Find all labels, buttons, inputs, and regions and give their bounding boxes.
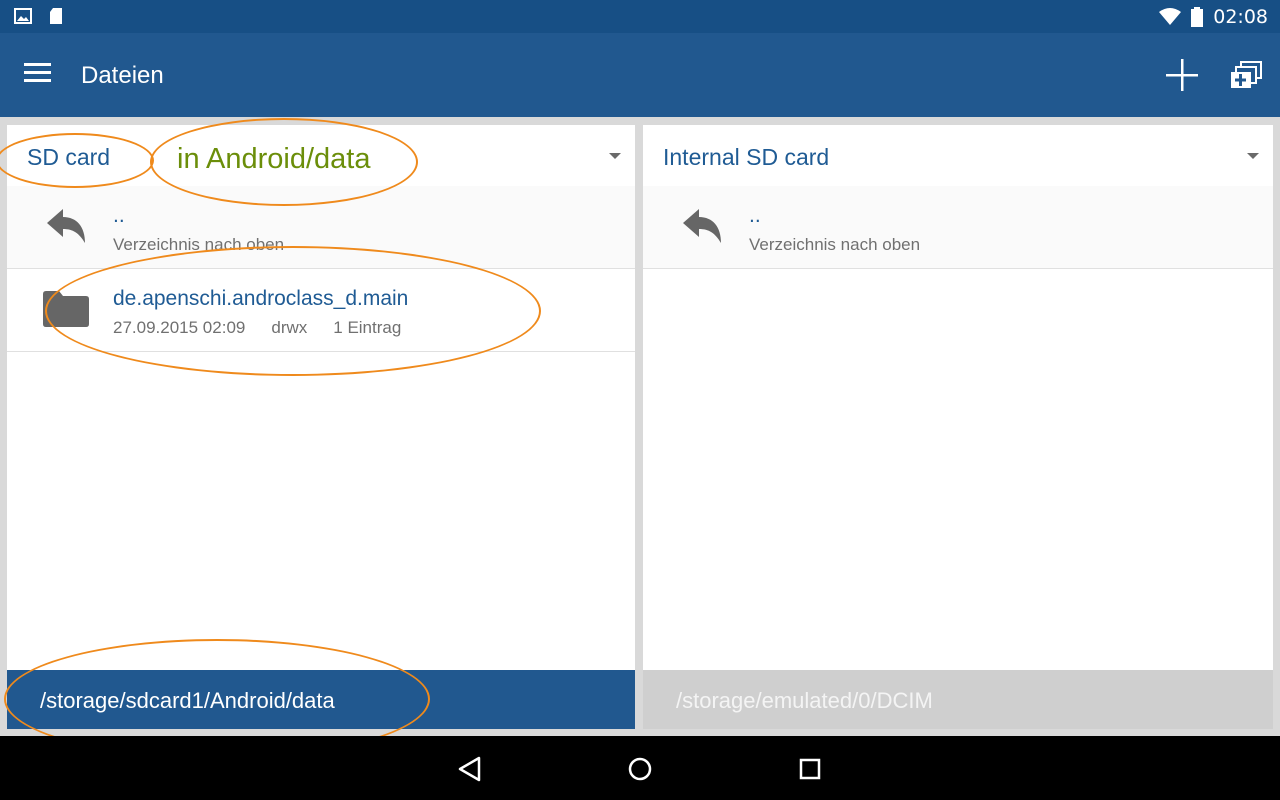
reply-arrow-icon (683, 209, 721, 243)
recents-icon[interactable] (795, 754, 825, 784)
folder-date: 27.09.2015 02:09 (113, 318, 246, 337)
hamburger-menu-icon[interactable] (24, 63, 52, 87)
folder-permissions: drwx (271, 318, 308, 337)
back-icon[interactable] (455, 754, 485, 784)
left-location-select[interactable]: SD card (27, 144, 110, 171)
list-item-title: .. (749, 204, 761, 227)
folder-meta: 27.09.2015 02:09 drwx 1 Eintrag (113, 318, 427, 338)
right-location-select[interactable]: Internal SD card (663, 144, 829, 171)
list-item-subtitle: Verzeichnis nach oben (113, 235, 285, 254)
folder-icon (43, 291, 89, 327)
wifi-icon (1159, 8, 1182, 25)
right-pane: Internal SD card .. Verzeichnis nach obe… (643, 125, 1273, 729)
image-notification-icon (14, 8, 32, 24)
left-pane: SD card .. Verzeichnis nach oben de.apen… (7, 125, 635, 729)
chevron-down-icon[interactable] (609, 153, 621, 159)
list-item-title: .. (113, 204, 125, 227)
right-path-bar[interactable]: /storage/emulated/0/DCIM (643, 670, 1273, 729)
battery-icon (1191, 7, 1204, 27)
annotation-label: in Android/data (177, 143, 371, 175)
right-pane-header[interactable]: Internal SD card (643, 125, 1273, 186)
status-bar: 02:08 (0, 0, 1280, 33)
home-icon[interactable] (625, 754, 655, 784)
app-title: Dateien (81, 62, 164, 89)
list-item-subtitle: Verzeichnis nach oben (749, 235, 921, 254)
windows-icon[interactable] (1229, 59, 1265, 95)
list-item-parent-directory[interactable]: .. Verzeichnis nach oben (7, 186, 635, 269)
left-path-bar[interactable]: /storage/sdcard1/Android/data (7, 670, 635, 729)
list-item-parent-directory[interactable]: .. Verzeichnis nach oben (643, 186, 1273, 269)
folder-entries: 1 Eintrag (333, 318, 402, 337)
app-bar: Dateien (0, 33, 1280, 117)
sd-card-notification-icon (50, 8, 62, 24)
add-icon[interactable] (1164, 57, 1200, 93)
list-item-folder[interactable]: de.apenschi.androclass_d.main 27.09.2015… (7, 269, 635, 352)
clock: 02:08 (1213, 6, 1268, 28)
reply-arrow-icon (47, 209, 85, 243)
chevron-down-icon[interactable] (1247, 153, 1259, 159)
navigation-bar (0, 736, 1280, 800)
folder-name: de.apenschi.androclass_d.main (113, 287, 409, 310)
